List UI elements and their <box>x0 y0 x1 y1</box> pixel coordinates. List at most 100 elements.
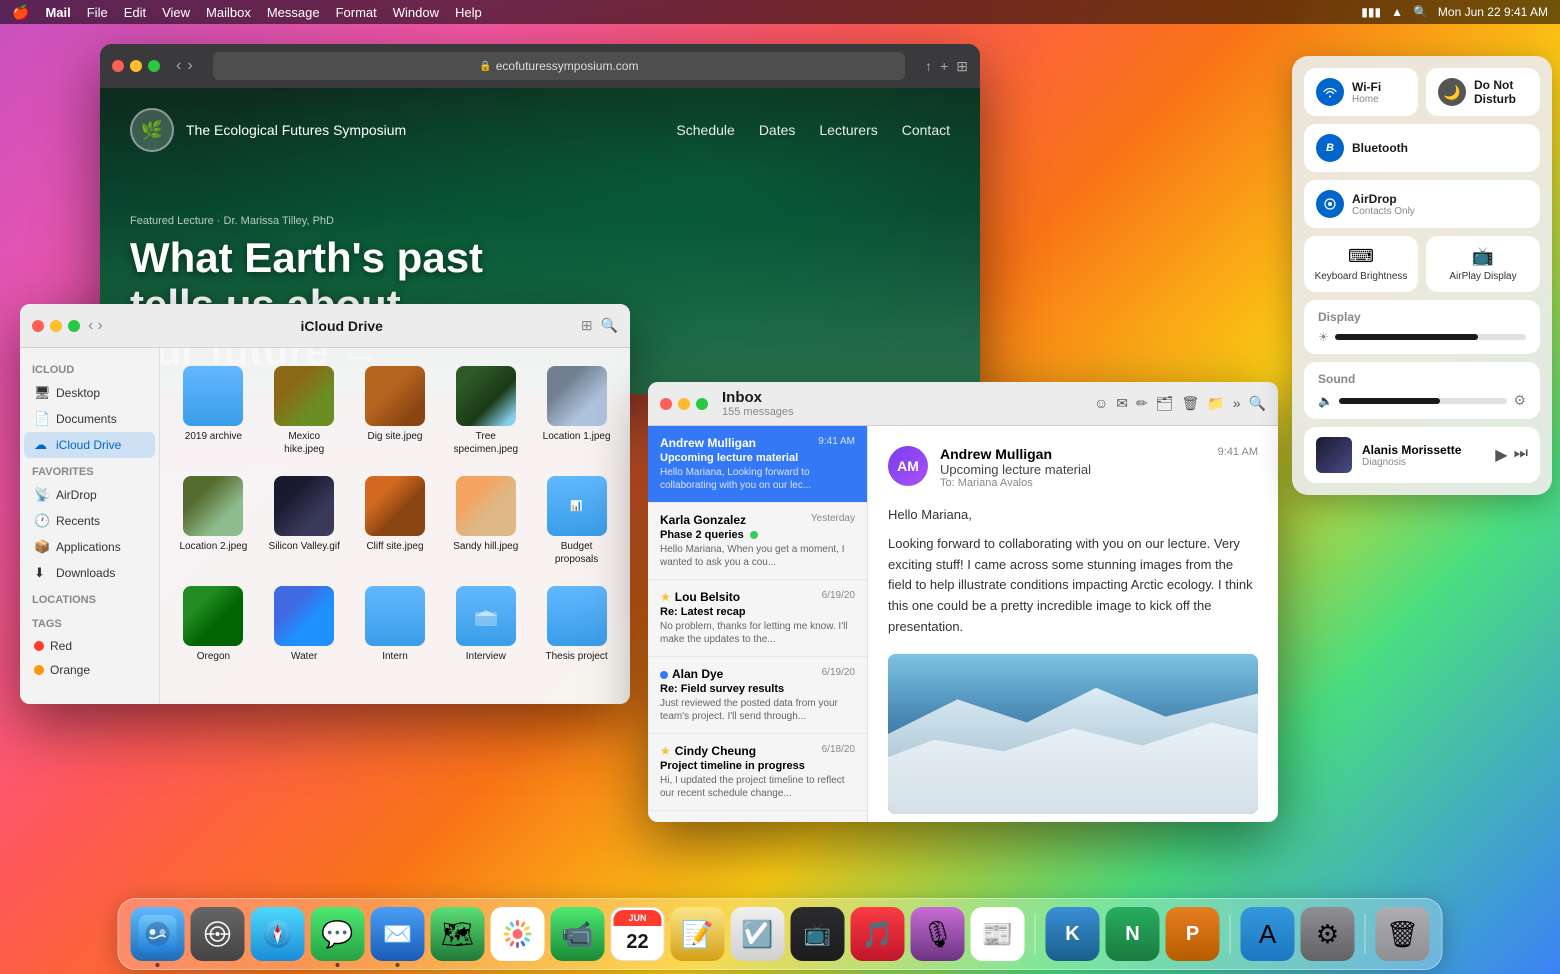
sidebar-item-airdrop[interactable]: 📡 AirDrop <box>24 482 155 508</box>
cc-wifi-tile[interactable]: Wi-Fi Home <box>1304 68 1418 116</box>
dock-reminders[interactable]: ☑️ <box>731 907 785 961</box>
cc-music-widget[interactable]: Alanis Morissette Diagnosis ▶ ⏭ <box>1304 427 1540 483</box>
cc-airdrop-tile[interactable]: AirDrop Contacts Only <box>1304 180 1540 228</box>
site-nav-contact[interactable]: Contact <box>902 122 950 138</box>
dock-pages[interactable]: P <box>1166 907 1220 961</box>
dock-keynote[interactable]: K <box>1046 907 1100 961</box>
mail-minimize-button[interactable] <box>678 398 690 410</box>
file-item-budget[interactable]: 📊 Budget proposals <box>535 470 618 572</box>
file-item-sandy[interactable]: Sandy hill.jpeg <box>444 470 527 572</box>
mail-item-karla[interactable]: Karla Gonzalez Yesterday Phase 2 queries… <box>648 503 867 580</box>
file-item-loc1[interactable]: Location 1.jpeg <box>535 360 618 462</box>
dock-messages[interactable]: 💬 <box>311 907 365 961</box>
browser-url-bar[interactable]: 🔒 ecofuturessymposium.com <box>213 52 905 80</box>
mail-close-button[interactable] <box>660 398 672 410</box>
finder-search-button[interactable]: 🔍 <box>601 317 618 334</box>
file-item-oregon[interactable]: Oregon <box>172 580 255 669</box>
file-item-mexico[interactable]: Mexico hike.jpeg <box>263 360 346 462</box>
dock-trash[interactable]: 🗑 <box>1376 907 1430 961</box>
site-nav-schedule[interactable]: Schedule <box>676 122 734 138</box>
sidebar-item-desktop[interactable]: 🖥 Desktop <box>24 380 155 406</box>
sound-max-icon[interactable]: ⚙ <box>1513 392 1526 409</box>
file-item-thesis[interactable]: Thesis project <box>535 580 618 669</box>
sidebar-item-applications[interactable]: 📦 Applications <box>24 534 155 560</box>
browser-share-icon[interactable]: ↑ <box>925 58 932 75</box>
menu-app-name[interactable]: Mail <box>45 5 70 20</box>
finder-close-button[interactable] <box>32 320 44 332</box>
browser-fullscreen-button[interactable] <box>148 60 160 72</box>
menu-file[interactable]: File <box>87 5 108 20</box>
cc-bluetooth-tile[interactable]: B Bluetooth <box>1304 124 1540 172</box>
sidebar-tag-red[interactable]: Red <box>24 634 155 658</box>
menu-format[interactable]: Format <box>336 5 377 20</box>
cc-dnd-tile[interactable]: 🌙 Do Not Disturb <box>1426 68 1540 116</box>
mail-send-icon[interactable]: ✉ <box>1116 395 1128 412</box>
browser-forward-button[interactable]: › <box>187 57 192 75</box>
mail-delete-icon[interactable]: 🗂 <box>1156 395 1174 412</box>
dock-launchpad[interactable] <box>191 907 245 961</box>
menubar-wifi-icon[interactable]: ▲ <box>1391 5 1403 19</box>
music-next-button[interactable]: ⏭ <box>1514 445 1528 465</box>
file-item-water[interactable]: Water <box>263 580 346 669</box>
browser-add-tab-icon[interactable]: + <box>940 58 948 75</box>
volume-slider[interactable] <box>1339 398 1507 404</box>
cc-keyboard-tile[interactable]: ⌨ Keyboard Brightness <box>1304 236 1418 292</box>
finder-view-toggle[interactable]: ⊞ <box>581 317 593 334</box>
menu-view[interactable]: View <box>162 5 190 20</box>
dock-numbers[interactable]: N <box>1106 907 1160 961</box>
dock-maps[interactable]: 🗺 <box>431 907 485 961</box>
mail-item-lou[interactable]: ★ Lou Belsito 6/19/20 Re: Latest recap N… <box>648 580 867 657</box>
file-item-dig[interactable]: Dig site.jpeg <box>354 360 437 462</box>
dock-news[interactable]: 📰 <box>971 907 1025 961</box>
sidebar-tag-orange[interactable]: Orange <box>24 658 155 682</box>
file-item-loc2[interactable]: Location 2.jpeg <box>172 470 255 572</box>
sidebar-item-documents[interactable]: 📄 Documents <box>24 406 155 432</box>
browser-close-button[interactable] <box>112 60 124 72</box>
finder-minimize-button[interactable] <box>50 320 62 332</box>
sidebar-item-downloads[interactable]: ⬇ Downloads <box>24 560 155 586</box>
menu-mailbox[interactable]: Mailbox <box>206 5 251 20</box>
file-item-tree[interactable]: Tree specimen.jpeg <box>444 360 527 462</box>
file-item-interview[interactable]: Interview <box>444 580 527 669</box>
sidebar-item-recents[interactable]: 🕐 Recents <box>24 508 155 534</box>
finder-fullscreen-button[interactable] <box>68 320 80 332</box>
site-nav-dates[interactable]: Dates <box>759 122 796 138</box>
dock-photos[interactable] <box>491 907 545 961</box>
mail-compose-icon[interactable]: ☺ <box>1094 395 1108 412</box>
mail-archive-icon[interactable]: 🗑 <box>1182 395 1200 412</box>
dock-appstore[interactable]: A <box>1241 907 1295 961</box>
browser-back-button[interactable]: ‹ <box>176 57 181 75</box>
dock-podcasts[interactable]: 🎙 <box>911 907 965 961</box>
site-nav-lecturers[interactable]: Lecturers <box>819 122 877 138</box>
mail-item-andrew[interactable]: Andrew Mulligan 9:41 AM Upcoming lecture… <box>648 426 867 503</box>
file-item-2019archive[interactable]: 2019 archive <box>172 360 255 462</box>
file-item-silicon[interactable]: Silicon Valley.gif <box>263 470 346 572</box>
music-play-button[interactable]: ▶ <box>1495 445 1507 465</box>
mail-more-icon[interactable]: » <box>1233 395 1241 412</box>
menu-edit[interactable]: Edit <box>124 5 146 20</box>
mail-fullscreen-button[interactable] <box>696 398 708 410</box>
menubar-search-icon[interactable]: 🔍 <box>1413 5 1428 19</box>
dock-calendar[interactable]: JUN 22 <box>611 907 665 961</box>
file-item-cliff[interactable]: Cliff site.jpeg <box>354 470 437 572</box>
mail-folder-icon[interactable]: 📁 <box>1207 395 1224 412</box>
dock-sysprefs[interactable]: ⚙ <box>1301 907 1355 961</box>
mail-reply-icon[interactable]: ✏ <box>1136 395 1148 412</box>
browser-sidebar-icon[interactable]: ⊞ <box>956 58 968 75</box>
finder-forward-button[interactable]: › <box>97 317 102 335</box>
dock-appletv[interactable]: 📺 <box>791 907 845 961</box>
mail-item-cindy[interactable]: ★ Cindy Cheung 6/18/20 Project timeline … <box>648 734 867 811</box>
dock-finder[interactable] <box>131 907 185 961</box>
dock-facetime[interactable]: 📹 <box>551 907 605 961</box>
dock-music[interactable]: 🎵 <box>851 907 905 961</box>
browser-minimize-button[interactable] <box>130 60 142 72</box>
menu-help[interactable]: Help <box>455 5 482 20</box>
cc-airplay-tile[interactable]: 📺 AirPlay Display <box>1426 236 1540 292</box>
sidebar-item-icloud-drive[interactable]: ☁ iCloud Drive <box>24 432 155 458</box>
dock-notes[interactable]: 📝 <box>671 907 725 961</box>
apple-menu[interactable]: 🍎 <box>12 4 29 21</box>
finder-back-button[interactable]: ‹ <box>88 317 93 335</box>
dock-safari[interactable] <box>251 907 305 961</box>
mail-item-alan[interactable]: Alan Dye 6/19/20 Re: Field survey result… <box>648 657 867 734</box>
file-item-intern[interactable]: Intern <box>354 580 437 669</box>
